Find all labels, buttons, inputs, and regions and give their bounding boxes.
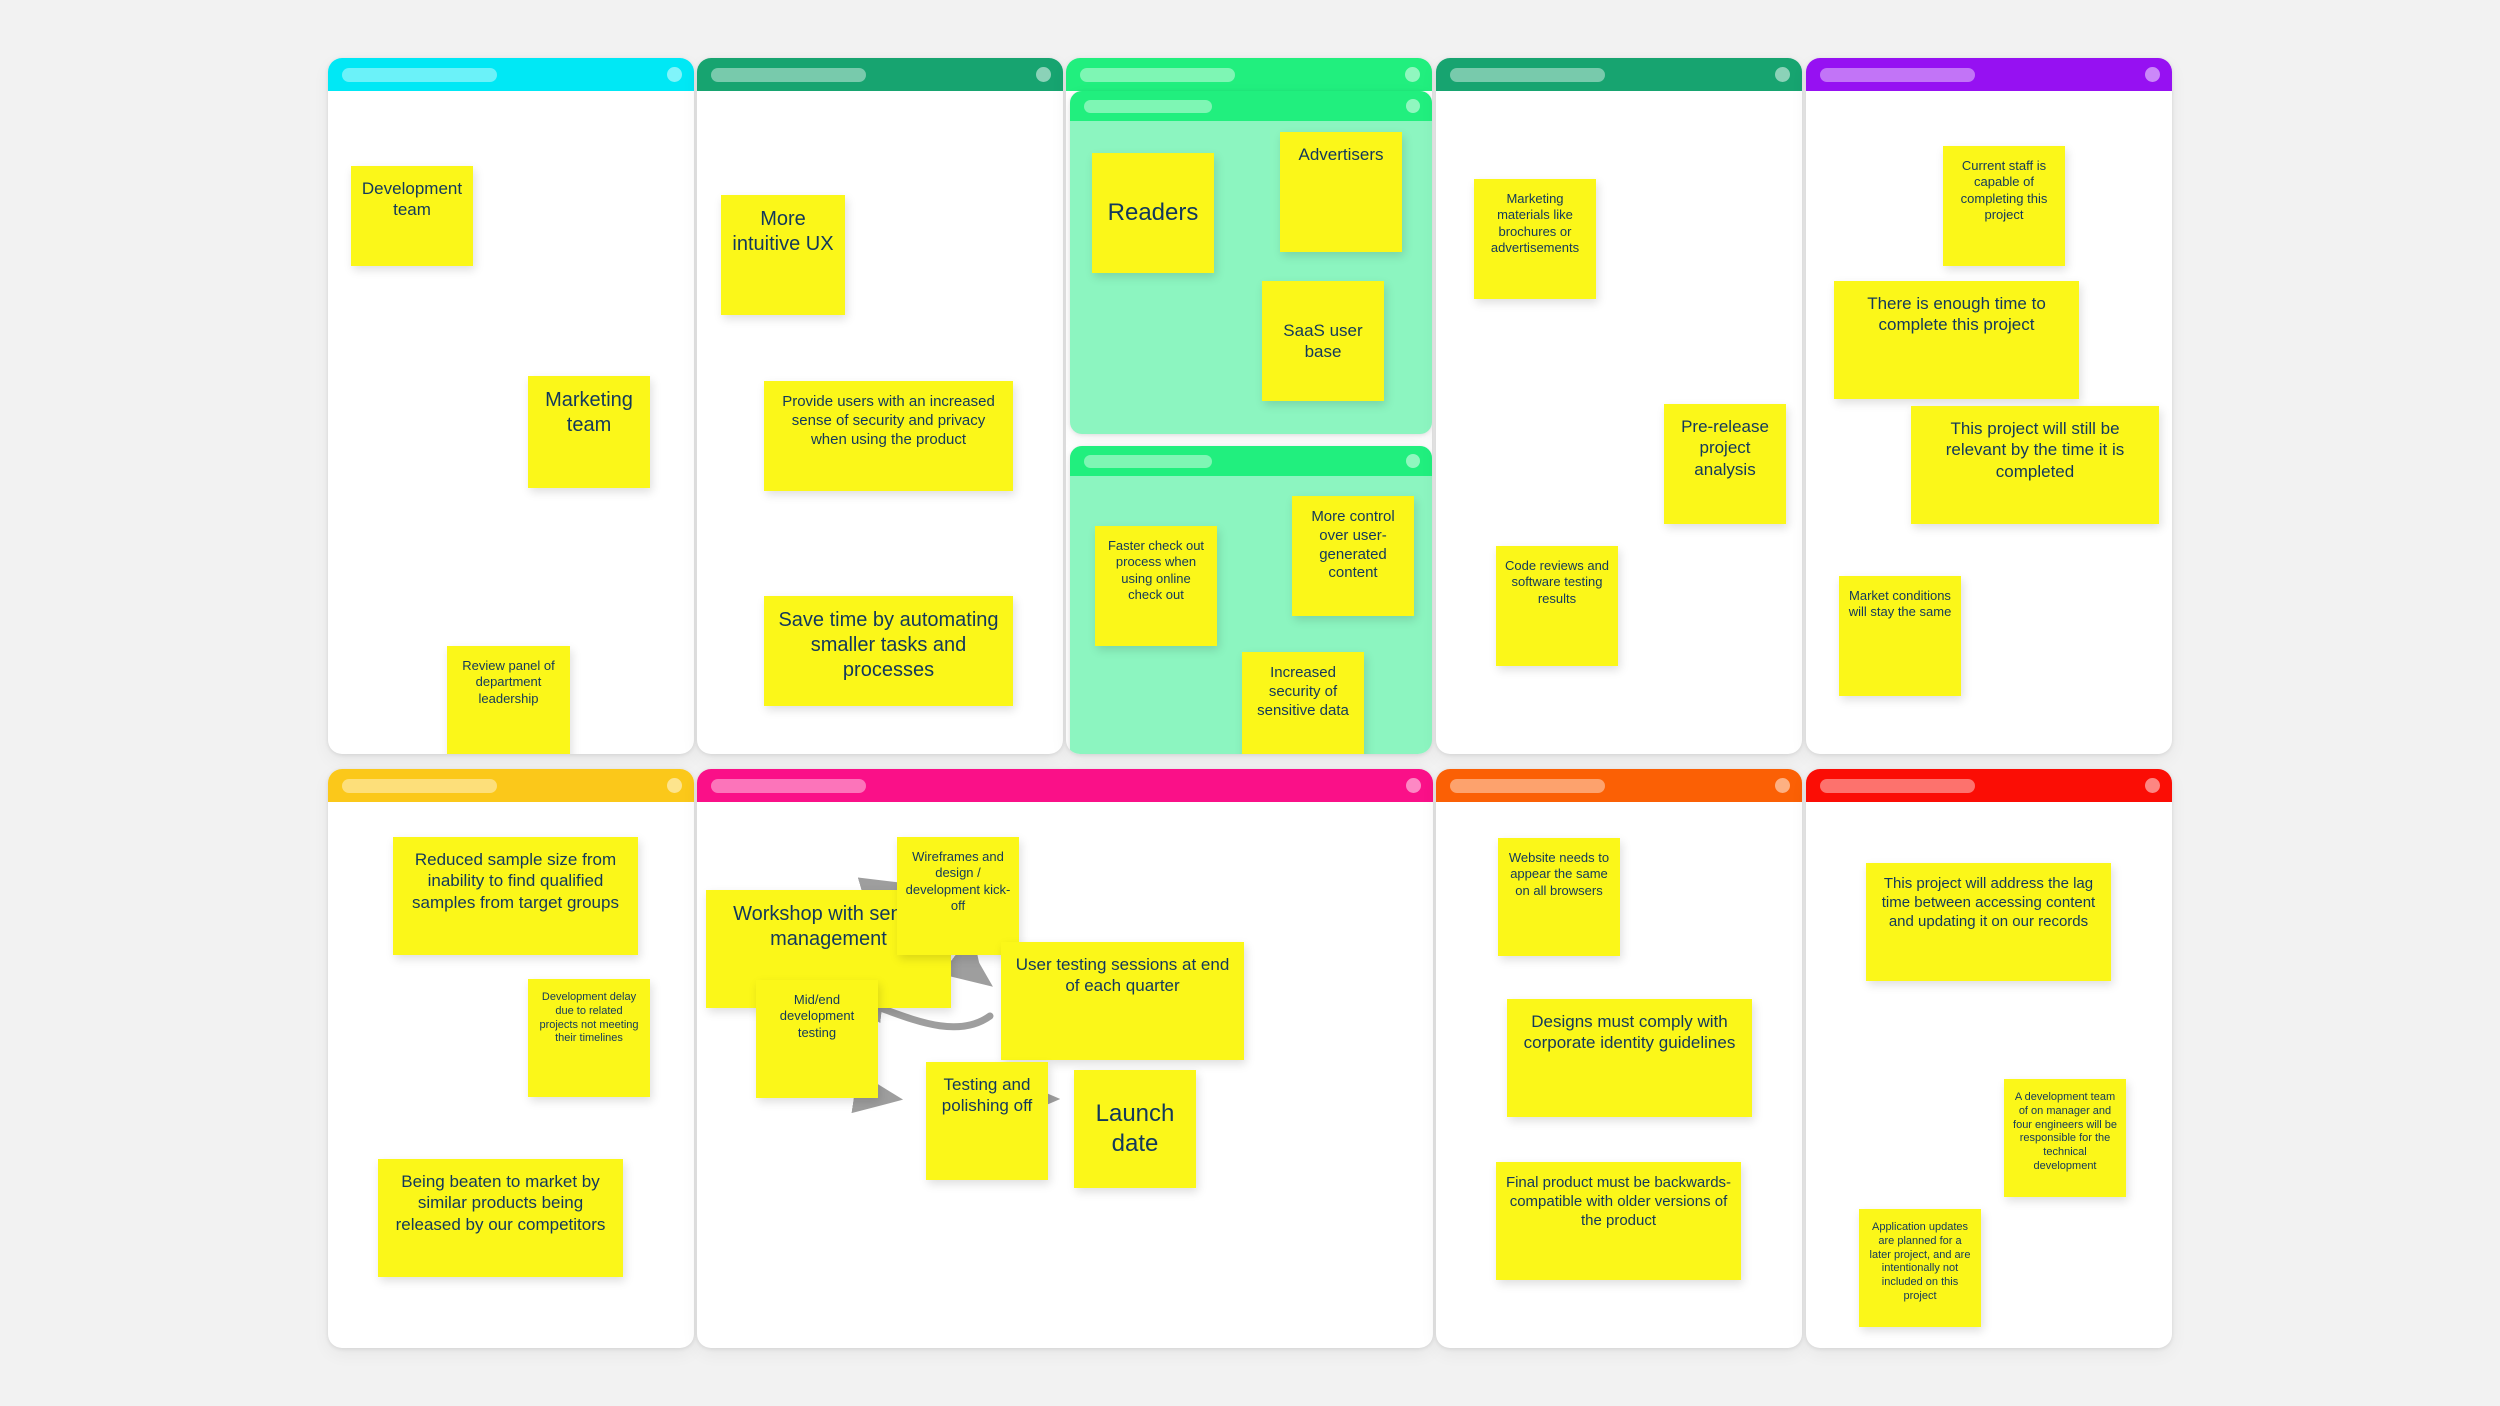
card-header-assumptions[interactable] (1806, 58, 2172, 91)
card-title-placeholder-bar (1450, 67, 1605, 82)
panel-header-benefits[interactable] (1070, 446, 1432, 476)
panel-menu-dot-icon[interactable] (1406, 99, 1420, 113)
sticky-note[interactable]: More intuitive UX (721, 195, 845, 315)
card-menu-dot-icon[interactable] (667, 778, 682, 793)
card-body-risks[interactable]: Reduced sample size from inability to fi… (328, 802, 694, 1348)
card-title-placeholder-bar (342, 67, 497, 82)
card-assumptions[interactable]: Current staff is capable of completing t… (1806, 58, 2172, 754)
sticky-note[interactable]: SaaS user base (1262, 281, 1384, 401)
sticky-note[interactable]: Pre-release project analysis (1664, 404, 1786, 524)
card-header-scope[interactable] (1806, 769, 2172, 802)
card-title-placeholder-bar (1450, 778, 1605, 793)
sticky-note[interactable]: Marketing materials like brochures or ad… (1474, 179, 1596, 299)
sticky-note[interactable]: Save time by automating smaller tasks an… (764, 596, 1013, 706)
card-menu-dot-icon[interactable] (1405, 67, 1420, 82)
card-body-users-and-benefits[interactable]: Readers Advertisers SaaS user base Faste… (1066, 91, 1432, 754)
sticky-note[interactable]: Faster check out process when using onli… (1095, 526, 1217, 646)
sticky-note[interactable]: Application updates are planned for a la… (1859, 1209, 1981, 1327)
card-body-assumptions[interactable]: Current staff is capable of completing t… (1806, 91, 2172, 754)
card-body-requirements[interactable]: Website needs to appear the same on all … (1436, 802, 1802, 1348)
panel-benefits[interactable]: Faster check out process when using onli… (1070, 446, 1432, 754)
sticky-note[interactable]: Designs must comply with corporate ident… (1507, 999, 1752, 1117)
panel-body-users[interactable]: Readers Advertisers SaaS user base (1070, 121, 1432, 434)
card-goals[interactable]: More intuitive UX Provide users with an … (697, 58, 1063, 754)
card-scope[interactable]: This project will address the lag time b… (1806, 769, 2172, 1348)
sticky-note[interactable]: User testing sessions at end of each qua… (1001, 942, 1244, 1060)
sticky-note[interactable]: Final product must be backwards-compatib… (1496, 1162, 1741, 1280)
card-menu-dot-icon[interactable] (2145, 67, 2160, 82)
panel-title-placeholder-bar (1084, 99, 1212, 113)
sticky-note[interactable]: Advertisers (1280, 132, 1402, 252)
panel-menu-dot-icon[interactable] (1406, 454, 1420, 468)
card-title-placeholder-bar (711, 778, 866, 793)
sticky-note[interactable]: Marketing team (528, 376, 650, 488)
card-header-milestones[interactable] (697, 769, 1433, 802)
sticky-note[interactable]: This project will address the lag time b… (1866, 863, 2111, 981)
sticky-note[interactable]: Development team (351, 166, 473, 266)
sticky-note[interactable]: Development delay due to related project… (528, 979, 650, 1097)
sticky-note[interactable]: There is enough time to complete this pr… (1834, 281, 2079, 399)
card-header-requirements[interactable] (1436, 769, 1802, 802)
panel-header-users[interactable] (1070, 91, 1432, 121)
card-menu-dot-icon[interactable] (1036, 67, 1051, 82)
card-body-goals[interactable]: More intuitive UX Provide users with an … (697, 91, 1063, 754)
card-menu-dot-icon[interactable] (1775, 67, 1790, 82)
card-header-deliverables[interactable] (1436, 58, 1802, 91)
card-title-placeholder-bar (1820, 67, 1975, 82)
whiteboard-canvas[interactable]: Development team Marketing team Review p… (0, 0, 2500, 1406)
sticky-note[interactable]: Reduced sample size from inability to fi… (393, 837, 638, 955)
card-body-scope[interactable]: This project will address the lag time b… (1806, 802, 2172, 1348)
sticky-note[interactable]: Launch date (1074, 1070, 1196, 1188)
sticky-note[interactable]: Wireframes and design / development kick… (897, 837, 1019, 955)
card-header-risks[interactable] (328, 769, 694, 802)
card-body-milestones[interactable]: Workshop with senior management Wirefram… (697, 802, 1433, 1348)
sticky-note[interactable]: Provide users with an increased sense of… (764, 381, 1013, 491)
card-header-stakeholders[interactable] (328, 58, 694, 91)
card-body-stakeholders[interactable]: Development team Marketing team Review p… (328, 91, 694, 754)
sticky-note[interactable]: Mid/end development testing (756, 980, 878, 1098)
card-title-placeholder-bar (1080, 67, 1235, 82)
card-menu-dot-icon[interactable] (1406, 778, 1421, 793)
sticky-note[interactable]: This project will still be relevant by t… (1911, 406, 2159, 524)
card-menu-dot-icon[interactable] (2145, 778, 2160, 793)
panel-users[interactable]: Readers Advertisers SaaS user base (1070, 91, 1432, 434)
sticky-note[interactable]: More control over user-generated content (1292, 496, 1414, 616)
sticky-note[interactable]: Code reviews and software testing result… (1496, 546, 1618, 666)
sticky-note[interactable]: Market conditions will stay the same (1839, 576, 1961, 696)
card-users-and-benefits[interactable]: Readers Advertisers SaaS user base Faste… (1066, 58, 1432, 754)
card-menu-dot-icon[interactable] (667, 67, 682, 82)
card-requirements[interactable]: Website needs to appear the same on all … (1436, 769, 1802, 1348)
sticky-note[interactable]: Testing and polishing off (926, 1062, 1048, 1180)
panel-body-benefits[interactable]: Faster check out process when using onli… (1070, 476, 1432, 754)
sticky-note[interactable]: Website needs to appear the same on all … (1498, 838, 1620, 956)
sticky-note[interactable]: Readers (1092, 153, 1214, 273)
card-header-goals[interactable] (697, 58, 1063, 91)
sticky-note[interactable]: Current staff is capable of completing t… (1943, 146, 2065, 266)
panel-title-placeholder-bar (1084, 454, 1212, 468)
sticky-note[interactable]: A development team of on manager and fou… (2004, 1079, 2126, 1197)
card-risks[interactable]: Reduced sample size from inability to fi… (328, 769, 694, 1348)
card-header-users-and-benefits[interactable] (1066, 58, 1432, 91)
card-milestones[interactable]: Workshop with senior management Wirefram… (697, 769, 1433, 1348)
card-title-placeholder-bar (1820, 778, 1975, 793)
card-title-placeholder-bar (342, 778, 497, 793)
card-menu-dot-icon[interactable] (1775, 778, 1790, 793)
card-body-deliverables[interactable]: Marketing materials like brochures or ad… (1436, 91, 1802, 754)
card-title-placeholder-bar (711, 67, 866, 82)
card-deliverables[interactable]: Marketing materials like brochures or ad… (1436, 58, 1802, 754)
card-stakeholders[interactable]: Development team Marketing team Review p… (328, 58, 694, 754)
sticky-note[interactable]: Being beaten to market by similar produc… (378, 1159, 623, 1277)
sticky-note[interactable]: Review panel of department leadership (447, 646, 570, 754)
sticky-note[interactable]: Increased security of sensitive data (1242, 652, 1364, 754)
